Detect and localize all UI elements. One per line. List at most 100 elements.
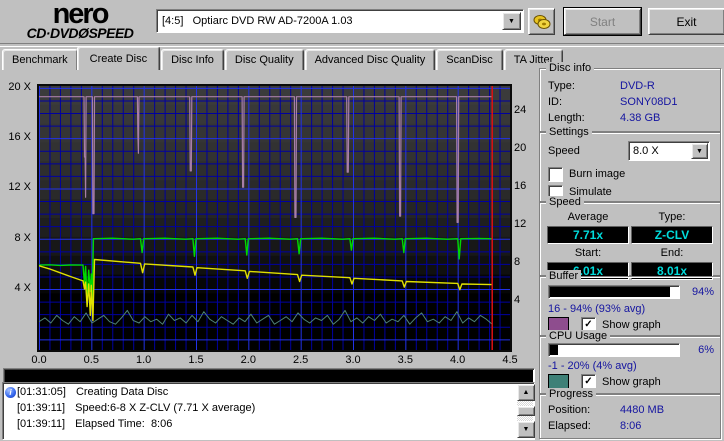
tab-advanced-disc-quality[interactable]: Advanced Disc Quality	[304, 49, 436, 70]
overall-progress-fill	[5, 370, 533, 382]
eject-media-button[interactable]	[528, 8, 555, 35]
disc-id-value: SONY08D1	[620, 96, 678, 108]
avg-speed-display: 7.71x	[547, 226, 629, 244]
speed-group-title: Speed	[546, 196, 584, 208]
log-line: i [01:31:05] Creating Data Disc	[5, 384, 516, 400]
cpu-percent: 6%	[698, 344, 714, 356]
disc-info-title: Disc info	[546, 62, 595, 74]
tab-create-disc[interactable]: Create Disc	[76, 46, 161, 70]
x-axis-tick: 0.5	[83, 354, 99, 366]
exit-button[interactable]: Exit	[648, 8, 724, 35]
log-message: Speed:6-8 X Z-CLV (7.71 X average)	[75, 402, 256, 414]
discs-icon	[533, 14, 550, 29]
scrollbar-thumb[interactable]	[517, 406, 535, 416]
settings-group: Settings Speed 8.0 X ▼ Burn image Simula…	[539, 126, 721, 202]
x-axis-tick: 2.0	[240, 354, 256, 366]
nero-logo: nero CD·DVDØSPEED	[6, 0, 154, 41]
start-button[interactable]: Start	[563, 7, 642, 36]
log-timestamp: [01:39:11]	[17, 402, 66, 414]
burn-image-label: Burn image	[569, 168, 626, 180]
start-speed-header: Start:	[574, 247, 602, 259]
cpu-color-swatch	[548, 374, 569, 389]
right-axis-tick: 20	[514, 141, 527, 154]
check-icon: ✓	[584, 319, 593, 330]
burn-image-row: Burn image	[540, 165, 720, 183]
log-scrollbar[interactable]: ▲ ▼	[517, 384, 535, 438]
cpu-show-graph-label: Show graph	[602, 375, 661, 388]
elapsed-value: 8:06	[620, 420, 642, 432]
buffer-show-graph-label: Show graph	[602, 318, 661, 331]
position-value: 4480 MB	[620, 404, 665, 416]
right-axis-tick: 12	[514, 217, 527, 230]
cpu-title: CPU Usage	[546, 330, 611, 342]
speed-type-display: Z-CLV	[631, 226, 713, 244]
left-axis-tick: 4 X	[14, 282, 31, 295]
disc-icon: Ø	[78, 25, 89, 41]
buffer-bar	[548, 285, 680, 299]
info-icon: i	[5, 386, 16, 398]
tab-disc-quality[interactable]: Disc Quality	[224, 49, 304, 70]
speed-select-value: 8.0 X	[633, 145, 659, 157]
nero-cd-dvd-speed-window: nero CD·DVDØSPEED [4:5] Optiarc DVD RW A…	[0, 0, 724, 441]
right-axis-tick: 8	[514, 255, 521, 268]
nero-logo-text: nero	[52, 0, 110, 30]
progress-title: Progress	[546, 388, 597, 400]
x-axis-tick: 1.5	[188, 354, 204, 366]
chart-x-axis: 0.0 0.5 1.0 1.5 2.0 2.5 3.0 3.5 4.0 4.5	[31, 354, 517, 367]
log-message: Elapsed Time: 8:06	[75, 418, 173, 430]
right-axis-tick: 4	[514, 293, 521, 306]
disc-type-row: Type: DVD-R	[548, 80, 655, 92]
drive-select-value[interactable]: [4:5] Optiarc DVD RW AD-7200A 1.03	[158, 11, 522, 31]
left-axis-tick: 8 X	[14, 231, 31, 244]
disc-type-value: DVD-R	[620, 80, 655, 92]
x-axis-tick: 2.5	[293, 354, 309, 366]
left-axis-tick: 20 X	[8, 80, 31, 93]
chevron-down-icon[interactable]: ▼	[502, 12, 521, 30]
x-axis-tick: 1.0	[136, 354, 152, 366]
x-axis-tick: 4.5	[502, 354, 518, 366]
cd-dvd-speed-logo-text: CD·DVDØSPEED	[26, 25, 134, 41]
elapsed-row: Elapsed: 8:06	[548, 420, 642, 432]
cpu-show-graph-checkbox[interactable]: ✓	[581, 374, 596, 389]
chevron-down-icon[interactable]: ▼	[691, 143, 708, 159]
tab-benchmark[interactable]: Benchmark	[2, 49, 78, 70]
chart-left-axis: 20 X 16 X 12 X 8 X 4 X	[0, 81, 33, 350]
status-log: i[01:31:05] Creating Data Disc i[01:39:11]…	[2, 382, 535, 440]
x-axis-tick: 3.0	[345, 354, 361, 366]
right-axis-tick: 24	[514, 103, 527, 116]
buffer-percent: 94%	[691, 286, 714, 298]
right-axis-tick: 16	[514, 179, 527, 192]
disc-id-row: ID: SONY08D1	[548, 96, 678, 108]
buffer-group: Buffer 94% 16 - 94% (93% avg) ✓ Show gra…	[539, 270, 721, 336]
speed-chart	[37, 84, 512, 352]
speed-type-header: Type:	[658, 211, 686, 223]
left-axis-tick: 12 X	[8, 181, 31, 194]
drive-select[interactable]: [4:5] Optiarc DVD RW AD-7200A 1.03 ▼	[156, 9, 524, 33]
status-log-lines: i[01:31:05] Creating Data Disc i[01:39:11]…	[5, 384, 516, 438]
tab-scandisc[interactable]: ScanDisc	[436, 49, 503, 70]
position-row: Position: 4480 MB	[548, 404, 665, 416]
log-line: i[01:39:11]Elapsed Time: 8:06	[5, 416, 516, 432]
settings-title: Settings	[546, 126, 592, 138]
speed-group: Speed Average Type: 7.71x Z-CLV Start: E…	[539, 196, 721, 280]
disc-info-group: Disc info Type: DVD-R ID: SONY08D1 Length:…	[539, 62, 721, 132]
progress-group: Progress Position: 4480 MB Elapsed: 8:06	[539, 388, 721, 439]
log-line: i[01:39:11]Speed:6-8 X Z-CLV (7.71 X ave…	[5, 400, 516, 416]
scroll-down-button[interactable]: ▼	[517, 421, 535, 438]
log-timestamp: [01:39:11]	[17, 418, 66, 430]
speed-setting-label: Speed	[548, 145, 580, 157]
log-timestamp: [01:31:05]	[17, 386, 66, 398]
burn-image-checkbox[interactable]	[548, 166, 563, 182]
check-icon: ✓	[584, 376, 593, 387]
cpu-bar-fill	[550, 345, 558, 355]
x-axis-tick: 0.0	[31, 354, 47, 366]
buffer-range: 16 - 94% (93% avg)	[548, 302, 646, 315]
tab-bar: Benchmark Create Disc Disc Info Disc Qualit…	[2, 46, 564, 70]
speed-select[interactable]: 8.0 X ▼	[628, 141, 710, 161]
scroll-up-button[interactable]: ▲	[517, 384, 535, 401]
cpu-group: CPU Usage 6% -1 - 20% (4% avg) ✓ Show gr…	[539, 330, 721, 394]
cpu-range: -1 - 20% (4% avg)	[548, 359, 637, 372]
x-axis-tick: 4.0	[450, 354, 466, 366]
tab-disc-info[interactable]: Disc Info	[161, 49, 224, 70]
disc-length-row: Length: 4.38 GB	[548, 112, 661, 124]
